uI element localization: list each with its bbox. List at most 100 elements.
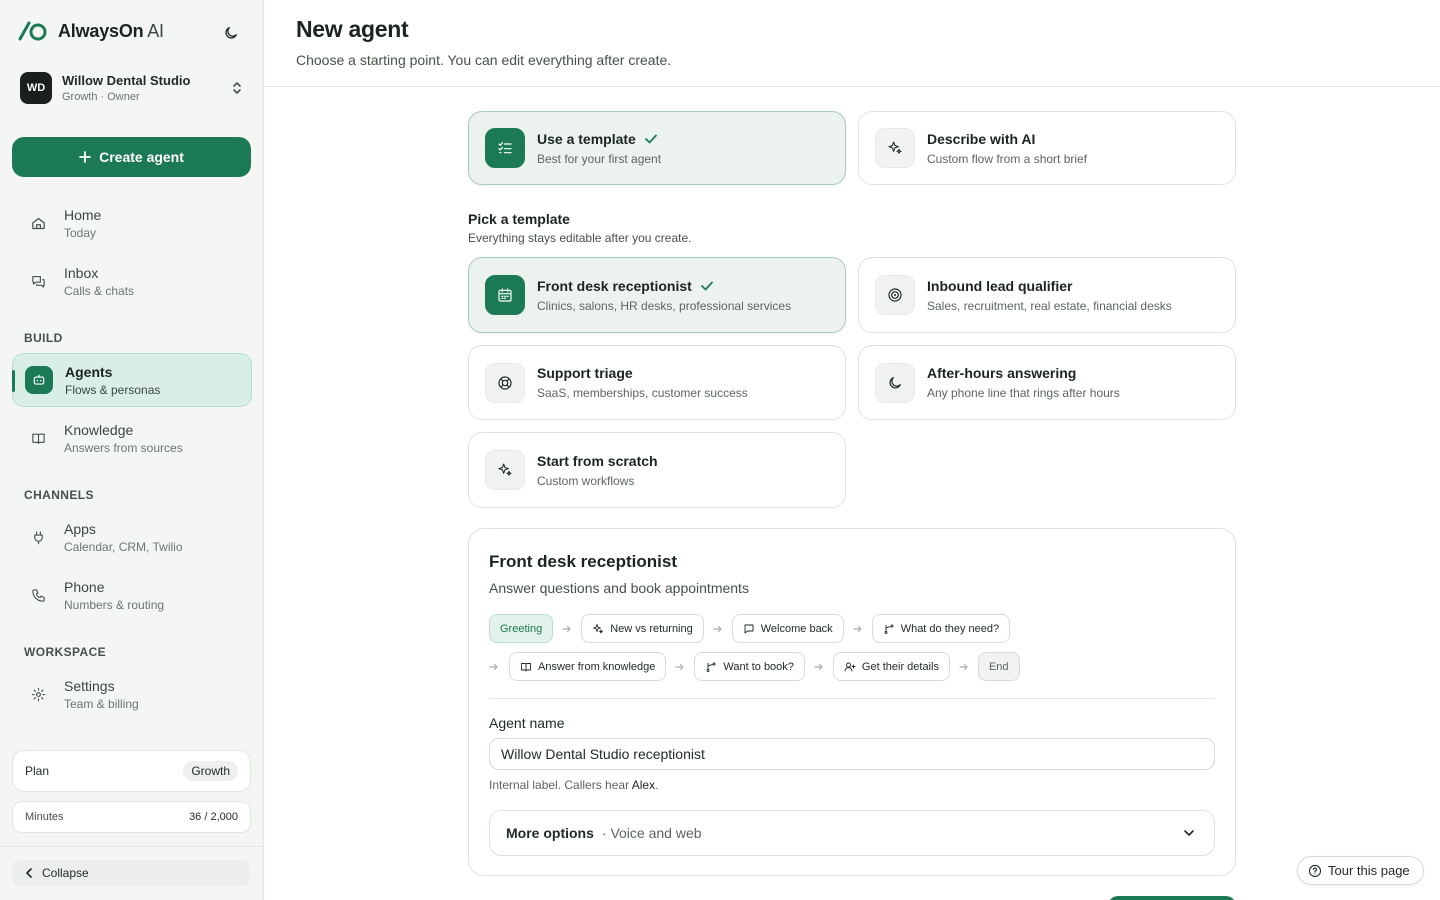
workspace-avatar: WD (20, 72, 52, 104)
template-title: After-hours answering (927, 365, 1077, 381)
detail-title: Front desk receptionist (489, 552, 677, 571)
message-icon (743, 623, 755, 635)
template-subtitle: Any phone line that rings after hours (927, 386, 1120, 400)
mode-title: Use a template (537, 130, 636, 147)
divider (489, 698, 1215, 699)
sidebar-item-sub: Answers from sources (64, 440, 183, 455)
theme-toggle-moon-icon[interactable] (220, 22, 242, 44)
sidebar-item-home[interactable]: Home Today (12, 196, 252, 250)
create-button-peek[interactable] (1108, 896, 1236, 900)
check-icon (644, 132, 658, 146)
sidebar-item-phone[interactable]: Phone Numbers & routing (12, 568, 252, 622)
flow-step-welcome-back[interactable]: Welcome back (731, 614, 844, 643)
flow-step-label: Get their details (861, 660, 939, 673)
template-subtitle: Custom workflows (537, 473, 635, 488)
page-subtitle: Choose a starting point. You can edit ev… (296, 52, 672, 68)
template-card-front-desk[interactable]: Front desk receptionist Clinics, salons,… (468, 257, 846, 333)
sidebar-item-label: Apps (64, 520, 96, 537)
lifebuoy-icon (485, 362, 525, 403)
more-options-toggle[interactable]: More options · Voice and web (489, 810, 1215, 856)
sidebar-divider (0, 846, 263, 847)
arrow-right-icon (489, 662, 509, 672)
flow-step-label: Greeting (500, 622, 543, 635)
template-card-scratch[interactable]: Start from scratch Custom workflows (468, 432, 846, 508)
agent-name-help: Internal label. Callers hear Alex. (489, 778, 659, 792)
template-title: Start from scratch (537, 452, 658, 469)
arrow-right-icon (950, 662, 978, 672)
brand[interactable]: AlwaysOn AI (18, 20, 164, 42)
flow-row-1: Greeting New vs returning Welcome back W… (489, 614, 1011, 643)
plus-icon (79, 151, 91, 163)
sidebar-item-sub: Calendar, CRM, Twilio (64, 539, 183, 554)
flow-step-new-vs-returning[interactable]: New vs returning (581, 614, 704, 643)
template-subtitle: Clinics, salons, HR desks, professional … (537, 298, 792, 313)
agent-name-input[interactable] (489, 738, 1215, 770)
branch-icon (883, 623, 895, 635)
target-icon (875, 275, 915, 315)
arrow-right-icon (666, 662, 694, 672)
flow-step-greeting[interactable]: Greeting (489, 614, 554, 643)
template-subtitle: SaaS, memberships, customer success (537, 386, 748, 400)
section-label-channels: CHANNELS (24, 488, 94, 502)
phone-icon (24, 581, 52, 609)
template-subtitle: Sales, recruitment, real estate, financi… (927, 298, 1172, 313)
sparkle-icon (875, 128, 915, 168)
flow-step-answer-from-knowledge[interactable]: Answer from knowledge (509, 652, 667, 681)
detail-subtitle: Answer questions and book appointments (489, 580, 749, 596)
mode-card-use-template[interactable]: Use a template Best for your first agent (468, 111, 846, 185)
section-label-build: BUILD (24, 331, 63, 345)
flow-step-label: End (988, 660, 1009, 673)
pick-template-subtitle: Everything stays editable after you crea… (468, 231, 692, 245)
page-title: New agent (296, 16, 409, 42)
flow-step-label: What do they need? (900, 622, 1000, 635)
flow-step-label: Answer from knowledge (538, 660, 656, 673)
sidebar-item-apps[interactable]: Apps Calendar, CRM, Twilio (12, 510, 252, 564)
chevron-updown-icon (230, 80, 244, 96)
minutes-card: Minutes 36 / 2,000 (12, 801, 251, 833)
template-card-after-hours[interactable]: After-hours answering Any phone line tha… (858, 345, 1236, 420)
sidebar-item-knowledge[interactable]: Knowledge Answers from sources (12, 411, 252, 465)
book-icon (24, 424, 52, 452)
flow-step-get-details[interactable]: Get their details (832, 652, 950, 681)
agent-name-label: Agent name (489, 715, 565, 731)
sidebar-item-sub: Numbers & routing (64, 597, 165, 612)
sidebar-item-label: Phone (64, 578, 105, 595)
template-title: Front desk receptionist (537, 277, 692, 294)
arrow-right-icon (805, 662, 833, 672)
mode-title: Describe with AI (927, 130, 1036, 147)
sparkle-icon (485, 450, 525, 490)
checklist-icon (485, 128, 525, 168)
plan-card[interactable]: Plan Growth (12, 750, 251, 792)
page-header: New agent Choose a starting point. You c… (264, 0, 1440, 87)
minutes-value: 36 / 2,000 (189, 811, 238, 823)
collapse-button[interactable]: Collapse (12, 860, 250, 886)
create-agent-button[interactable]: Create agent (12, 137, 251, 177)
arrow-right-icon (704, 624, 732, 634)
user-add-icon (844, 661, 856, 673)
mode-card-describe-ai[interactable]: Describe with AI Custom flow from a shor… (858, 111, 1236, 185)
template-card-lead-qualifier[interactable]: Inbound lead qualifier Sales, recruitmen… (858, 257, 1236, 333)
branch-icon (705, 661, 717, 673)
section-label-workspace: WORKSPACE (24, 645, 107, 659)
more-options-subtitle: · Voice and web (601, 825, 702, 841)
plug-icon (24, 523, 52, 551)
arrow-right-icon (553, 624, 581, 634)
flow-step-want-to-book[interactable]: Want to book? (694, 652, 805, 681)
robot-icon (25, 366, 53, 394)
template-card-support-triage[interactable]: Support triage SaaS, memberships, custom… (468, 345, 846, 420)
template-detail-panel: Front desk receptionist Answer questions… (468, 528, 1236, 876)
sidebar-item-label: Agents (65, 363, 113, 380)
chevron-down-icon (1182, 826, 1196, 840)
flow-step-end[interactable]: End (977, 652, 1020, 681)
flow-step-what-do-they-need[interactable]: What do they need? (871, 614, 1011, 643)
caller-name: Alex (631, 778, 656, 792)
tour-page-button[interactable]: Tour this page (1297, 856, 1424, 885)
sidebar-item-inbox[interactable]: Inbox Calls & chats (12, 254, 252, 308)
workspace-switcher[interactable]: WD Willow Dental Studio Growth · Owner (12, 64, 252, 112)
sidebar-item-settings[interactable]: Settings Team & billing (12, 667, 252, 721)
sidebar-item-label: Knowledge (64, 421, 134, 438)
help-circle-icon (1308, 864, 1322, 878)
sidebar-item-agents[interactable]: Agents Flows & personas (12, 353, 252, 407)
collapse-label: Collapse (42, 866, 89, 880)
create-agent-label: Create agent (99, 149, 184, 165)
